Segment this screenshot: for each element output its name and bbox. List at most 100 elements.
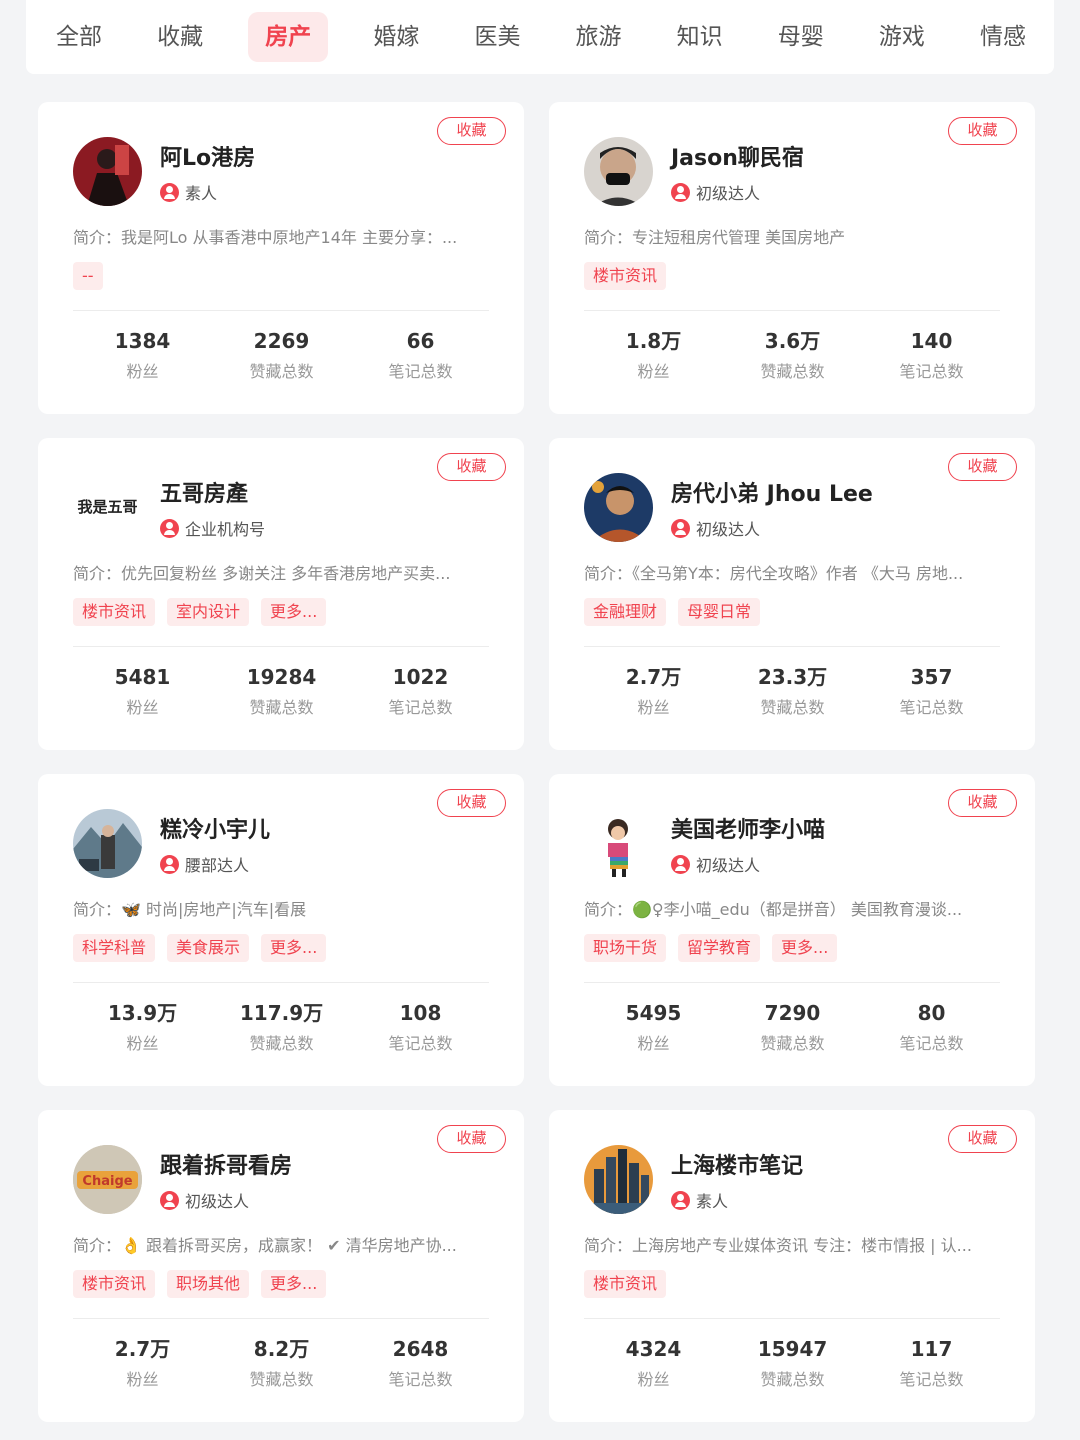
tab-maternity[interactable]: 母婴 <box>768 12 834 62</box>
tab-real-estate[interactable]: 房产 <box>248 12 329 62</box>
likes-label: 赞藏总数 <box>760 1034 825 1053</box>
fans-count: 1.8万 <box>625 329 682 353</box>
avatar-lettering: Chaige <box>82 1174 132 1189</box>
notes-count: 117 <box>910 1337 953 1361</box>
fans-label: 粉丝 <box>126 698 159 717</box>
stats: 2.7万 粉丝 23.3万 赞藏总数 357 笔记总数 <box>584 664 1001 718</box>
favorite-button[interactable]: 收藏 <box>948 453 1017 481</box>
creator-level: 腰部达人 <box>160 852 249 876</box>
more-tags[interactable]: 更多... <box>261 598 327 626</box>
fans-count: 1384 <box>114 329 171 353</box>
likes-label: 赞藏总数 <box>760 698 825 717</box>
avatar[interactable] <box>584 809 653 878</box>
more-tags[interactable]: 更多... <box>261 934 327 962</box>
creator-name[interactable]: Jason聊民宿 <box>671 140 804 172</box>
favorite-button[interactable]: 收藏 <box>437 117 506 145</box>
notes-count: 140 <box>910 329 953 353</box>
fans-label: 粉丝 <box>637 1370 670 1389</box>
divider <box>73 646 489 647</box>
notes-count: 357 <box>910 665 953 689</box>
creator-level: 企业机构号 <box>160 516 265 540</box>
tab-wedding[interactable]: 婚嫁 <box>363 12 429 62</box>
likes-count: 7290 <box>764 1001 821 1025</box>
favorite-button[interactable]: 收藏 <box>437 789 506 817</box>
tab-medical-beauty[interactable]: 医美 <box>464 12 530 62</box>
tag: 科学科普 <box>73 934 156 962</box>
tab-games[interactable]: 游戏 <box>869 12 935 62</box>
creator-name[interactable]: 美国老师李小喵 <box>671 812 825 844</box>
creator-card[interactable]: 收藏 Chaige 跟着拆哥看房 初级达人 简介：👌 跟着拆哥买房，成赢家！ ✔… <box>38 1110 524 1422</box>
more-tags[interactable]: 更多... <box>772 934 838 962</box>
tag: 职场干货 <box>584 934 667 962</box>
creator-level: 素人 <box>671 1188 728 1212</box>
creator-card[interactable]: 收藏 阿Lo港房 素人 简介：我是阿Lo 从事香港中原地产14年 主要分享：..… <box>38 102 524 414</box>
tab-knowledge[interactable]: 知识 <box>667 12 733 62</box>
avatar[interactable] <box>584 473 653 542</box>
avatar[interactable]: Chaige <box>73 1145 142 1214</box>
fans-count: 5495 <box>625 1001 682 1025</box>
user-level-icon <box>671 182 690 202</box>
favorite-button[interactable]: 收藏 <box>437 453 506 481</box>
stats: 4324 粉丝 15947 赞藏总数 117 笔记总数 <box>584 1336 1001 1390</box>
creator-card[interactable]: 收藏 美国老师李小喵 初级达人 简介：🟢♀李小喵_edu（都是拼音） 美国教育漫… <box>549 774 1035 1086</box>
tag-list: 楼市资讯 职场其他 更多... <box>73 1270 327 1298</box>
creator-bio: 简介：专注短租房代管理 美国房地产 <box>584 228 846 247</box>
creator-card[interactable]: 收藏 Jason聊民宿 初级达人 简介：专注短租房代管理 美国房地产 楼市资讯 … <box>549 102 1035 414</box>
more-tags[interactable]: 更多... <box>261 1270 327 1298</box>
fans-count: 2.7万 <box>625 665 682 689</box>
notes-label: 笔记总数 <box>388 698 453 717</box>
user-level-icon <box>160 182 179 202</box>
creator-card[interactable]: 收藏 上海楼市笔记 素人 简介：上海房地产专业媒体资讯 专注：楼市情报 | 认.… <box>549 1110 1035 1422</box>
creator-name[interactable]: 上海楼市笔记 <box>671 1148 803 1180</box>
creator-name[interactable]: 房代小弟 Jhou Lee <box>671 476 873 508</box>
creator-bio: 简介：👌 跟着拆哥买房，成赢家！ ✔ 清华房地产协... <box>73 1236 457 1255</box>
creator-card[interactable]: 收藏 房代小弟 Jhou Lee 初级达人 简介：《全马第Y本：房代全攻略》作者… <box>549 438 1035 750</box>
tab-travel[interactable]: 旅游 <box>566 12 632 62</box>
favorite-button[interactable]: 收藏 <box>948 789 1017 817</box>
avatar[interactable] <box>584 137 653 206</box>
tag: 美食展示 <box>167 934 250 962</box>
level-label: 初级达人 <box>696 184 761 203</box>
avatar[interactable] <box>584 1145 653 1214</box>
tab-favorites[interactable]: 收藏 <box>147 12 213 62</box>
fans-label: 粉丝 <box>126 362 159 381</box>
tag: 楼市资讯 <box>73 1270 156 1298</box>
creator-card[interactable]: 收藏 我是五哥 五哥房產 企业机构号 简介：优先回复粉丝 多谢关注 多年香港房地… <box>38 438 524 750</box>
creator-bio: 简介：《全马第Y本：房代全攻略》作者 《大马 房地... <box>584 564 964 583</box>
likes-count: 2269 <box>253 329 310 353</box>
favorite-button[interactable]: 收藏 <box>948 117 1017 145</box>
creator-name[interactable]: 五哥房產 <box>160 476 248 508</box>
creator-name[interactable]: 跟着拆哥看房 <box>160 1148 292 1180</box>
user-level-icon <box>671 854 690 874</box>
notes-label: 笔记总数 <box>388 1370 453 1389</box>
creator-card[interactable]: 收藏 糕冷小宇儿 腰部达人 简介：🦋 时尚|房地产|汽车|看展 科学科普 美食展… <box>38 774 524 1086</box>
fans-label: 粉丝 <box>637 362 670 381</box>
stats: 13.9万 粉丝 117.9万 赞藏总数 108 笔记总数 <box>73 1000 490 1054</box>
notes-count: 1022 <box>392 665 449 689</box>
fans-count: 13.9万 <box>107 1001 178 1025</box>
creator-name[interactable]: 糕冷小宇儿 <box>160 812 270 844</box>
tag-list: 职场干货 留学教育 更多... <box>584 934 838 962</box>
divider <box>584 646 1000 647</box>
likes-label: 赞藏总数 <box>760 362 825 381</box>
tag: 母婴日常 <box>678 598 761 626</box>
favorite-button[interactable]: 收藏 <box>437 1125 506 1153</box>
tab-all[interactable]: 全部 <box>46 12 112 62</box>
tag: 楼市资讯 <box>584 1270 667 1298</box>
likes-count: 15947 <box>757 1337 828 1361</box>
level-label: 素人 <box>185 184 218 203</box>
avatar[interactable] <box>73 137 142 206</box>
avatar[interactable]: 我是五哥 <box>73 473 142 542</box>
likes-count: 23.3万 <box>757 665 828 689</box>
tag: 楼市资讯 <box>584 262 667 290</box>
avatar[interactable] <box>73 809 142 878</box>
tab-emotion[interactable]: 情感 <box>970 12 1036 62</box>
creator-name[interactable]: 阿Lo港房 <box>160 140 255 172</box>
user-level-icon <box>160 854 179 874</box>
creator-level: 初级达人 <box>671 852 760 876</box>
tag-list: 楼市资讯 <box>584 262 667 290</box>
tag-list: 楼市资讯 室内设计 更多... <box>73 598 327 626</box>
favorite-button[interactable]: 收藏 <box>948 1125 1017 1153</box>
divider <box>73 1318 489 1319</box>
tag: -- <box>73 262 103 290</box>
